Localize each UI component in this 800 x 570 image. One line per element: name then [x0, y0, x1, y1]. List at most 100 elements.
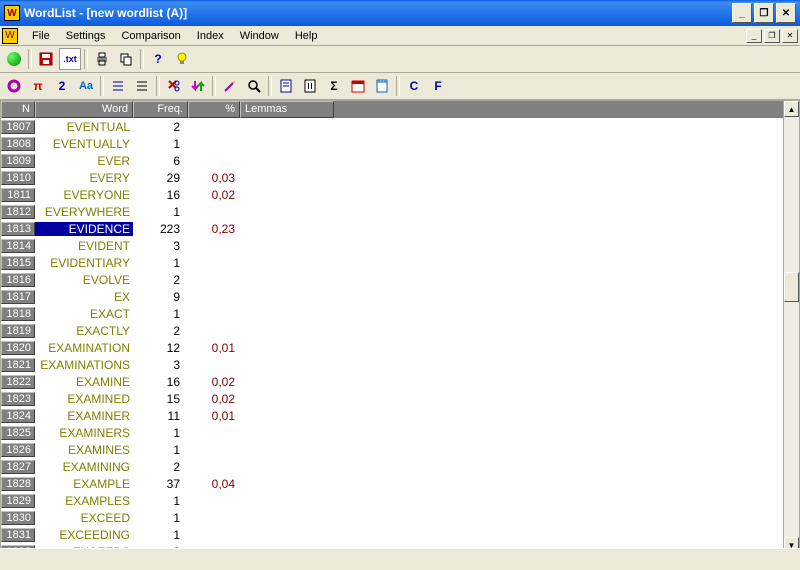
table-row[interactable]: 1816EVOLVE2	[1, 271, 799, 288]
table-row[interactable]: 1828EXAMPLE370,04	[1, 475, 799, 492]
table-row[interactable]: 1823EXAMINED150,02	[1, 390, 799, 407]
row-word: EVERYONE	[35, 188, 133, 202]
tip-button[interactable]	[171, 48, 193, 70]
table-row[interactable]: 1830EXCEED1	[1, 509, 799, 526]
wand-button[interactable]	[219, 75, 241, 97]
row-number: 1808	[1, 137, 35, 151]
separator	[268, 76, 272, 96]
grid-rows: 1807EVENTUAL21808EVENTUALLY11809EVER6181…	[1, 118, 799, 554]
aa-button[interactable]: Aa	[75, 75, 97, 97]
table-row[interactable]: 1811EVERYONE160,02	[1, 186, 799, 203]
mdi-minimize-button[interactable]: _	[746, 29, 762, 43]
row-number: 1825	[1, 426, 35, 440]
c-button[interactable]: C	[403, 75, 425, 97]
col-freq[interactable]: Freq.	[133, 101, 188, 118]
row-number: 1828	[1, 477, 35, 491]
row-freq: 16	[133, 375, 188, 389]
table-row[interactable]: 1825EXAMINERS1	[1, 424, 799, 441]
menu-window[interactable]: Window	[232, 28, 287, 44]
scroll-up-button[interactable]: ▲	[784, 101, 799, 117]
stats-button[interactable]	[3, 75, 25, 97]
table-row[interactable]: 1817EX9	[1, 288, 799, 305]
table-row[interactable]: 1808EVENTUALLY1	[1, 135, 799, 152]
doc-button[interactable]	[275, 75, 297, 97]
sort-button[interactable]	[187, 75, 209, 97]
table-row[interactable]: 1818EXACT1	[1, 305, 799, 322]
table-row[interactable]: 1819EXACTLY2	[1, 322, 799, 339]
list2-button[interactable]	[131, 75, 153, 97]
table-row[interactable]: 1829EXAMPLES1	[1, 492, 799, 509]
row-word: EX	[35, 290, 133, 304]
table-row[interactable]: 1812EVERYWHERE1	[1, 203, 799, 220]
row-number: 1830	[1, 511, 35, 525]
wordlist-grid[interactable]: N Word Freq. % Lemmas 1807EVENTUAL21808E…	[0, 100, 800, 554]
start-button[interactable]	[3, 48, 25, 70]
table-row[interactable]: 1810EVERY290,03	[1, 169, 799, 186]
doc2-button[interactable]	[299, 75, 321, 97]
col-word[interactable]: Word	[35, 101, 133, 118]
row-word: EXAMINE	[35, 375, 133, 389]
row-number: 1829	[1, 494, 35, 508]
table-row[interactable]: 1821EXAMINATIONS3	[1, 356, 799, 373]
col-lemmas[interactable]: Lemmas	[240, 101, 334, 118]
cut-button[interactable]	[163, 75, 185, 97]
row-word: EVOLVE	[35, 273, 133, 287]
copy-button[interactable]	[115, 48, 137, 70]
row-pct: 0,04	[188, 477, 240, 491]
menu-file[interactable]: File	[24, 28, 58, 44]
menu-settings[interactable]: Settings	[58, 28, 114, 44]
menu-comparison[interactable]: Comparison	[113, 28, 188, 44]
help-button[interactable]: ?	[147, 48, 169, 70]
save-button[interactable]	[35, 48, 57, 70]
col-pct[interactable]: %	[188, 101, 240, 118]
pi-button[interactable]: π	[27, 75, 49, 97]
row-freq: 11	[133, 409, 188, 423]
row-word: EVERY	[35, 171, 133, 185]
row-number: 1814	[1, 239, 35, 253]
mdi-restore-button[interactable]: ❐	[764, 29, 780, 43]
menu-help[interactable]: Help	[287, 28, 326, 44]
table-row[interactable]: 1814EVIDENT3	[1, 237, 799, 254]
calendar-button[interactable]	[347, 75, 369, 97]
row-freq: 2	[133, 460, 188, 474]
row-word: EXAMINER	[35, 409, 133, 423]
table-row[interactable]: 1822EXAMINE160,02	[1, 373, 799, 390]
mdi-close-button[interactable]: ✕	[782, 29, 798, 43]
row-freq: 1	[133, 443, 188, 457]
minimize-button[interactable]: _	[732, 3, 752, 23]
row-word: EXACTLY	[35, 324, 133, 338]
table-row[interactable]: 1813EVIDENCE2230,23	[1, 220, 799, 237]
col-n[interactable]: N	[1, 101, 35, 118]
close-button[interactable]: ✕	[776, 3, 796, 23]
table-row[interactable]: 1809EVER6	[1, 152, 799, 169]
vertical-scrollbar[interactable]: ▲ ▼	[783, 101, 799, 553]
notes-button[interactable]	[371, 75, 393, 97]
row-freq: 1	[133, 528, 188, 542]
row-freq: 2	[133, 324, 188, 338]
table-row[interactable]: 1831EXCEEDING1	[1, 526, 799, 543]
scroll-track[interactable]	[784, 117, 799, 537]
row-pct: 0,23	[188, 222, 240, 236]
table-row[interactable]: 1827EXAMINING2	[1, 458, 799, 475]
search-button[interactable]	[243, 75, 265, 97]
table-row[interactable]: 1826EXAMINES1	[1, 441, 799, 458]
restore-button[interactable]: ❐	[754, 3, 774, 23]
row-pct: 0,02	[188, 392, 240, 406]
mdi-icon[interactable]: W	[2, 28, 18, 44]
menu-index[interactable]: Index	[189, 28, 232, 44]
table-row[interactable]: 1820EXAMINATION120,01	[1, 339, 799, 356]
sigma-button[interactable]: Σ	[323, 75, 345, 97]
two-button[interactable]: 2	[51, 75, 73, 97]
list2-icon	[134, 78, 150, 94]
table-row[interactable]: 1824EXAMINER110,01	[1, 407, 799, 424]
scroll-thumb[interactable]	[784, 272, 799, 302]
list-button[interactable]	[107, 75, 129, 97]
table-row[interactable]: 1807EVENTUAL2	[1, 118, 799, 135]
save-txt-button[interactable]: .txt	[59, 48, 81, 70]
table-row[interactable]: 1815EVIDENTIARY1	[1, 254, 799, 271]
row-number: 1817	[1, 290, 35, 304]
print-button[interactable]	[91, 48, 113, 70]
row-number: 1824	[1, 409, 35, 423]
f-button[interactable]: F	[427, 75, 449, 97]
row-freq: 1	[133, 205, 188, 219]
